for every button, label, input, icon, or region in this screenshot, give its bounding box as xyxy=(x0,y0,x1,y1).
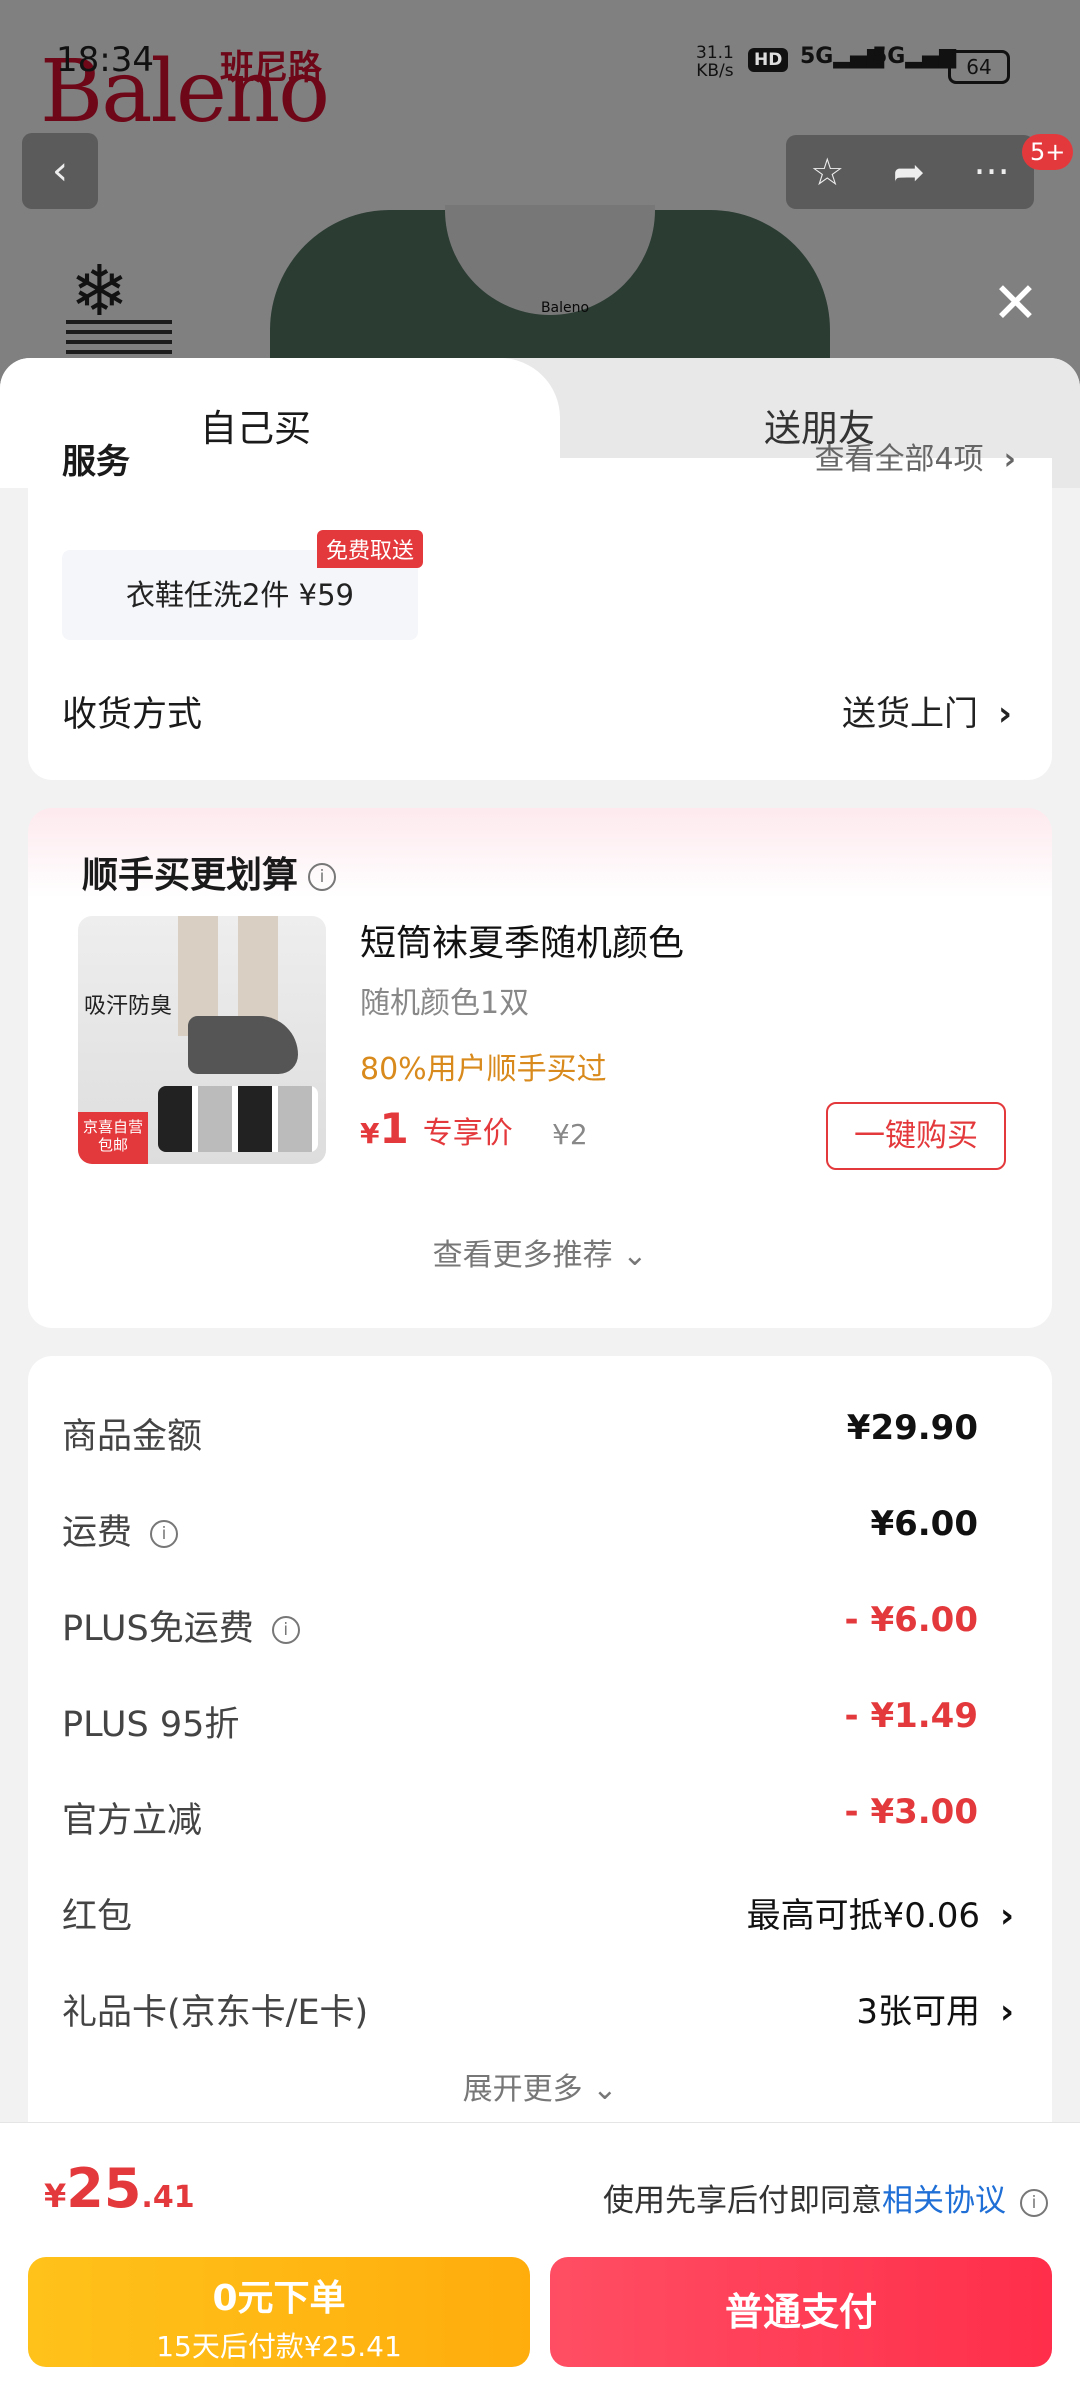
top-actions: ☆ ➦ ··· xyxy=(786,135,1034,209)
more-icon[interactable]: ··· xyxy=(973,150,1009,194)
shipping-value: ¥6.00 xyxy=(870,1504,978,1544)
addon-price: ¥1 专享价 xyxy=(360,1104,513,1153)
chevron-right-icon: › xyxy=(999,1992,1014,2032)
signal-icon-2: 5G▂▄▆ xyxy=(872,44,957,69)
addon-product-image[interactable]: 吸汗防臭 京喜自营 包邮 xyxy=(78,916,326,1164)
addon-social-proof: 80%用户顺手买过 xyxy=(360,1052,607,1087)
chevron-down-icon: ⌄ xyxy=(592,2072,618,2107)
status-net-speed: 31.1 KB/s xyxy=(696,43,734,81)
addon-title: 顺手买更划算 i xyxy=(82,846,337,898)
star-icon[interactable]: ☆ xyxy=(810,150,844,194)
see-more-recommendations[interactable]: 查看更多推荐 ⌄ xyxy=(28,1230,1052,1274)
info-icon[interactable]: i xyxy=(1020,2188,1048,2217)
gift-card-label: 礼品卡(京东卡/E卡) xyxy=(62,1993,369,2033)
plus-free-shipping-value: - ¥6.00 xyxy=(844,1600,979,1640)
image-sock xyxy=(188,1016,298,1074)
delivery-label: 收货方式 xyxy=(62,695,203,735)
plus-discount-value: - ¥1.49 xyxy=(844,1696,979,1736)
checkout-sheet: 自己买 送朋友 服务 查看全部4项 › 衣鞋任洗2件 ¥59 免费取送 收货方式 … xyxy=(0,358,1080,2400)
info-icon[interactable]: i xyxy=(271,1616,300,1644)
pay-later-button[interactable]: 0元下单 15天后付款¥25.41 xyxy=(28,2257,530,2367)
one-click-buy-button[interactable]: 一键购买 xyxy=(826,1102,1006,1170)
official-discount-value: - ¥3.00 xyxy=(844,1792,979,1832)
service-card: 服务 查看全部4项 › 衣鞋任洗2件 ¥59 免费取送 收货方式 送货上门 › xyxy=(28,442,1052,780)
delivery-method[interactable]: 送货上门 › xyxy=(842,686,1012,735)
pay-later-label: 0元下单 xyxy=(212,2278,346,2319)
addon-original-price: ¥2 xyxy=(552,1118,588,1151)
status-bar: 18:34 31.1 KB/s HD 5G▂▄▆ 5G▂▄▆ 64 xyxy=(0,0,1080,90)
services-more-link[interactable]: 查看全部4项 › xyxy=(815,434,1016,478)
total-price: ¥25.41 xyxy=(44,2157,195,2220)
image-socks xyxy=(158,1086,318,1152)
goods-amount-value: ¥29.90 xyxy=(846,1408,978,1448)
plus-discount-label: PLUS 95折 xyxy=(62,1705,240,1745)
chevron-right-icon: › xyxy=(997,694,1012,734)
back-button[interactable]: ‹ xyxy=(22,133,98,209)
service-tag: 免费取送 xyxy=(317,530,424,568)
addon-product-spec: 随机颜色1双 xyxy=(360,986,530,1021)
red-packet-label: 红包 xyxy=(62,1897,133,1937)
pay-later-sub: 15天后付款¥25.41 xyxy=(156,2330,402,2363)
chevron-down-icon: ⌄ xyxy=(622,1238,648,1273)
agreement-link[interactable]: 相关协议 xyxy=(882,2183,1006,2219)
info-icon[interactable]: i xyxy=(308,863,337,891)
red-packet-value[interactable]: 最高可抵¥0.06 › xyxy=(747,1888,1014,1937)
shipping-label: 运费 i xyxy=(62,1504,179,1555)
share-icon[interactable]: ➦ xyxy=(893,150,925,194)
services-title: 服务 xyxy=(62,442,130,482)
expand-more[interactable]: 展开更多 ⌄ xyxy=(28,2064,1052,2108)
close-icon[interactable]: ✕ xyxy=(992,276,1039,332)
status-time: 18:34 xyxy=(56,40,154,80)
chevron-right-icon: › xyxy=(1003,442,1016,477)
official-discount-label: 官方立减 xyxy=(62,1801,203,1841)
goods-amount-label: 商品金额 xyxy=(62,1417,203,1457)
image-text: 吸汗防臭 xyxy=(84,994,173,1019)
gift-card-value[interactable]: 3张可用 › xyxy=(856,1984,1014,2033)
addon-product-name[interactable]: 短筒袜夏季随机颜色 xyxy=(360,914,684,966)
chevron-right-icon: › xyxy=(999,1896,1014,1936)
checkout-bar: ¥25.41 使用先享后付即同意相关协议 i 0元下单 15天后付款¥25.41 … xyxy=(0,2122,1080,2401)
addon-card: 顺手买更划算 i 吸汗防臭 京喜自营 包邮 短筒袜夏季随机颜色 随机颜色1双 80… xyxy=(28,808,1052,1328)
agreement-text: 使用先享后付即同意相关协议 i xyxy=(603,2175,1048,2220)
normal-pay-button[interactable]: 普通支付 xyxy=(550,2257,1052,2367)
notification-badge: 5+ xyxy=(1022,134,1074,170)
info-icon[interactable]: i xyxy=(150,1520,179,1548)
hd-icon: HD xyxy=(748,48,789,72)
chevron-left-icon: ‹ xyxy=(52,148,68,194)
plus-free-shipping-label: PLUS免运费 i xyxy=(62,1600,300,1651)
battery-icon: 64 xyxy=(948,50,1010,84)
tab-self[interactable]: 自己买 xyxy=(200,398,311,452)
image-corner-badge: 京喜自营 包邮 xyxy=(78,1112,148,1164)
